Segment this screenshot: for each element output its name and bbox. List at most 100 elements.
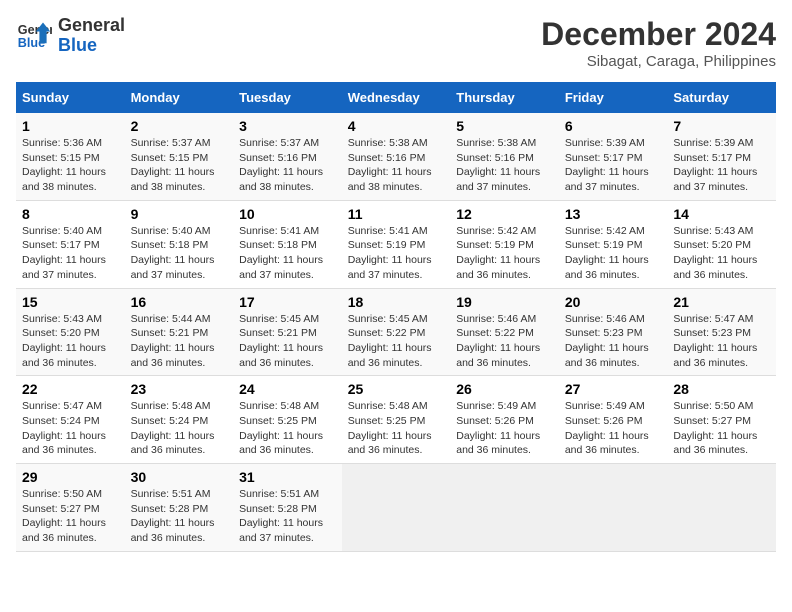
day-number: 20 [565, 294, 662, 310]
day-cell: 9 Sunrise: 5:40 AMSunset: 5:18 PMDaylight… [125, 200, 234, 288]
subtitle: Sibagat, Caraga, Philippines [541, 53, 776, 70]
day-number: 15 [22, 294, 119, 310]
week-row-2: 8 Sunrise: 5:40 AMSunset: 5:17 PMDaylight… [16, 200, 776, 288]
calendar-header: SundayMondayTuesdayWednesdayThursdayFrid… [16, 82, 776, 113]
day-number: 17 [239, 294, 336, 310]
day-cell: 22Sunrise: 5:47 AMSunset: 5:24 PMDayligh… [16, 376, 125, 464]
main-title: December 2024 [541, 16, 776, 53]
day-info: Sunrise: 5:42 AMSunset: 5:19 PMDaylight:… [565, 224, 662, 283]
day-number: 8 [22, 206, 119, 222]
day-cell: 11Sunrise: 5:41 AMSunset: 5:19 PMDayligh… [342, 200, 451, 288]
day-info: Sunrise: 5:41 AMSunset: 5:18 PMDaylight:… [239, 224, 336, 283]
day-info: Sunrise: 5:47 AMSunset: 5:23 PMDaylight:… [673, 312, 770, 371]
day-info: Sunrise: 5:37 AMSunset: 5:16 PMDaylight:… [239, 136, 336, 195]
day-info: Sunrise: 5:48 AMSunset: 5:24 PMDaylight:… [131, 399, 228, 458]
day-number: 24 [239, 381, 336, 397]
day-info: Sunrise: 5:43 AMSunset: 5:20 PMDaylight:… [22, 312, 119, 371]
day-info: Sunrise: 5:49 AMSunset: 5:26 PMDaylight:… [565, 399, 662, 458]
day-number: 25 [348, 381, 445, 397]
day-info: Sunrise: 5:45 AMSunset: 5:22 PMDaylight:… [348, 312, 445, 371]
day-cell: 5 Sunrise: 5:38 AMSunset: 5:16 PMDaylight… [450, 113, 559, 200]
day-cell: 2 Sunrise: 5:37 AMSunset: 5:15 PMDaylight… [125, 113, 234, 200]
day-number: 3 [239, 118, 336, 134]
day-cell: 23 Sunrise: 5:48 AMSunset: 5:24 PMDayligh… [125, 376, 234, 464]
day-number: 23 [131, 381, 228, 397]
header-row: SundayMondayTuesdayWednesdayThursdayFrid… [16, 82, 776, 113]
day-number: 5 [456, 118, 553, 134]
page-header: General Blue General Blue December 2024 … [16, 16, 776, 70]
day-cell: 4 Sunrise: 5:38 AMSunset: 5:16 PMDaylight… [342, 113, 451, 200]
day-cell: 19Sunrise: 5:46 AMSunset: 5:22 PMDayligh… [450, 288, 559, 376]
day-cell: 27Sunrise: 5:49 AMSunset: 5:26 PMDayligh… [559, 376, 668, 464]
day-cell: 29Sunrise: 5:50 AMSunset: 5:27 PMDayligh… [16, 464, 125, 552]
day-info: Sunrise: 5:38 AMSunset: 5:16 PMDaylight:… [348, 136, 445, 195]
day-number: 28 [673, 381, 770, 397]
day-cell: 6 Sunrise: 5:39 AMSunset: 5:17 PMDaylight… [559, 113, 668, 200]
day-cell: 20Sunrise: 5:46 AMSunset: 5:23 PMDayligh… [559, 288, 668, 376]
day-info: Sunrise: 5:43 AMSunset: 5:20 PMDaylight:… [673, 224, 770, 283]
day-info: Sunrise: 5:41 AMSunset: 5:19 PMDaylight:… [348, 224, 445, 283]
day-info: Sunrise: 5:45 AMSunset: 5:21 PMDaylight:… [239, 312, 336, 371]
day-number: 21 [673, 294, 770, 310]
day-info: Sunrise: 5:40 AMSunset: 5:17 PMDaylight:… [22, 224, 119, 283]
day-info: Sunrise: 5:47 AMSunset: 5:24 PMDaylight:… [22, 399, 119, 458]
day-cell: 10 Sunrise: 5:41 AMSunset: 5:18 PMDayligh… [233, 200, 342, 288]
day-number: 31 [239, 469, 336, 485]
header-cell-tuesday: Tuesday [233, 82, 342, 113]
day-info: Sunrise: 5:48 AMSunset: 5:25 PMDaylight:… [239, 399, 336, 458]
day-number: 9 [131, 206, 228, 222]
day-number: 4 [348, 118, 445, 134]
calendar-table: SundayMondayTuesdayWednesdayThursdayFrid… [16, 82, 776, 552]
day-info: Sunrise: 5:51 AMSunset: 5:28 PMDaylight:… [239, 487, 336, 546]
day-number: 19 [456, 294, 553, 310]
header-cell-wednesday: Wednesday [342, 82, 451, 113]
header-cell-monday: Monday [125, 82, 234, 113]
day-cell: 16 Sunrise: 5:44 AMSunset: 5:21 PMDayligh… [125, 288, 234, 376]
day-info: Sunrise: 5:50 AMSunset: 5:27 PMDaylight:… [673, 399, 770, 458]
day-info: Sunrise: 5:38 AMSunset: 5:16 PMDaylight:… [456, 136, 553, 195]
day-info: Sunrise: 5:51 AMSunset: 5:28 PMDaylight:… [131, 487, 228, 546]
week-row-1: 1 Sunrise: 5:36 AMSunset: 5:15 PMDaylight… [16, 113, 776, 200]
day-cell [559, 464, 668, 552]
day-cell: 14Sunrise: 5:43 AMSunset: 5:20 PMDayligh… [667, 200, 776, 288]
week-row-3: 15 Sunrise: 5:43 AMSunset: 5:20 PMDayligh… [16, 288, 776, 376]
day-cell: 12 Sunrise: 5:42 AMSunset: 5:19 PMDayligh… [450, 200, 559, 288]
day-info: Sunrise: 5:50 AMSunset: 5:27 PMDaylight:… [22, 487, 119, 546]
day-number: 16 [131, 294, 228, 310]
logo-icon: General Blue [16, 18, 52, 54]
day-cell: 31 Sunrise: 5:51 AMSunset: 5:28 PMDayligh… [233, 464, 342, 552]
day-info: Sunrise: 5:44 AMSunset: 5:21 PMDaylight:… [131, 312, 228, 371]
day-number: 7 [673, 118, 770, 134]
day-info: Sunrise: 5:36 AMSunset: 5:15 PMDaylight:… [22, 136, 119, 195]
day-number: 12 [456, 206, 553, 222]
day-cell [342, 464, 451, 552]
day-cell [667, 464, 776, 552]
day-number: 26 [456, 381, 553, 397]
day-number: 30 [131, 469, 228, 485]
week-row-4: 22Sunrise: 5:47 AMSunset: 5:24 PMDayligh… [16, 376, 776, 464]
day-cell: 17 Sunrise: 5:45 AMSunset: 5:21 PMDayligh… [233, 288, 342, 376]
day-cell: 25 Sunrise: 5:48 AMSunset: 5:25 PMDayligh… [342, 376, 451, 464]
day-info: Sunrise: 5:48 AMSunset: 5:25 PMDaylight:… [348, 399, 445, 458]
day-cell: 30 Sunrise: 5:51 AMSunset: 5:28 PMDayligh… [125, 464, 234, 552]
day-cell: 24 Sunrise: 5:48 AMSunset: 5:25 PMDayligh… [233, 376, 342, 464]
day-number: 2 [131, 118, 228, 134]
logo: General Blue General Blue [16, 16, 125, 56]
day-cell: 18Sunrise: 5:45 AMSunset: 5:22 PMDayligh… [342, 288, 451, 376]
calendar-body: 1 Sunrise: 5:36 AMSunset: 5:15 PMDaylight… [16, 113, 776, 551]
day-number: 10 [239, 206, 336, 222]
day-info: Sunrise: 5:42 AMSunset: 5:19 PMDaylight:… [456, 224, 553, 283]
day-number: 1 [22, 118, 119, 134]
day-info: Sunrise: 5:39 AMSunset: 5:17 PMDaylight:… [673, 136, 770, 195]
day-info: Sunrise: 5:37 AMSunset: 5:15 PMDaylight:… [131, 136, 228, 195]
header-cell-sunday: Sunday [16, 82, 125, 113]
day-number: 13 [565, 206, 662, 222]
logo-text: General Blue [58, 16, 125, 56]
day-number: 6 [565, 118, 662, 134]
header-cell-saturday: Saturday [667, 82, 776, 113]
week-row-5: 29Sunrise: 5:50 AMSunset: 5:27 PMDayligh… [16, 464, 776, 552]
day-info: Sunrise: 5:40 AMSunset: 5:18 PMDaylight:… [131, 224, 228, 283]
day-info: Sunrise: 5:39 AMSunset: 5:17 PMDaylight:… [565, 136, 662, 195]
day-info: Sunrise: 5:49 AMSunset: 5:26 PMDaylight:… [456, 399, 553, 458]
day-cell [450, 464, 559, 552]
